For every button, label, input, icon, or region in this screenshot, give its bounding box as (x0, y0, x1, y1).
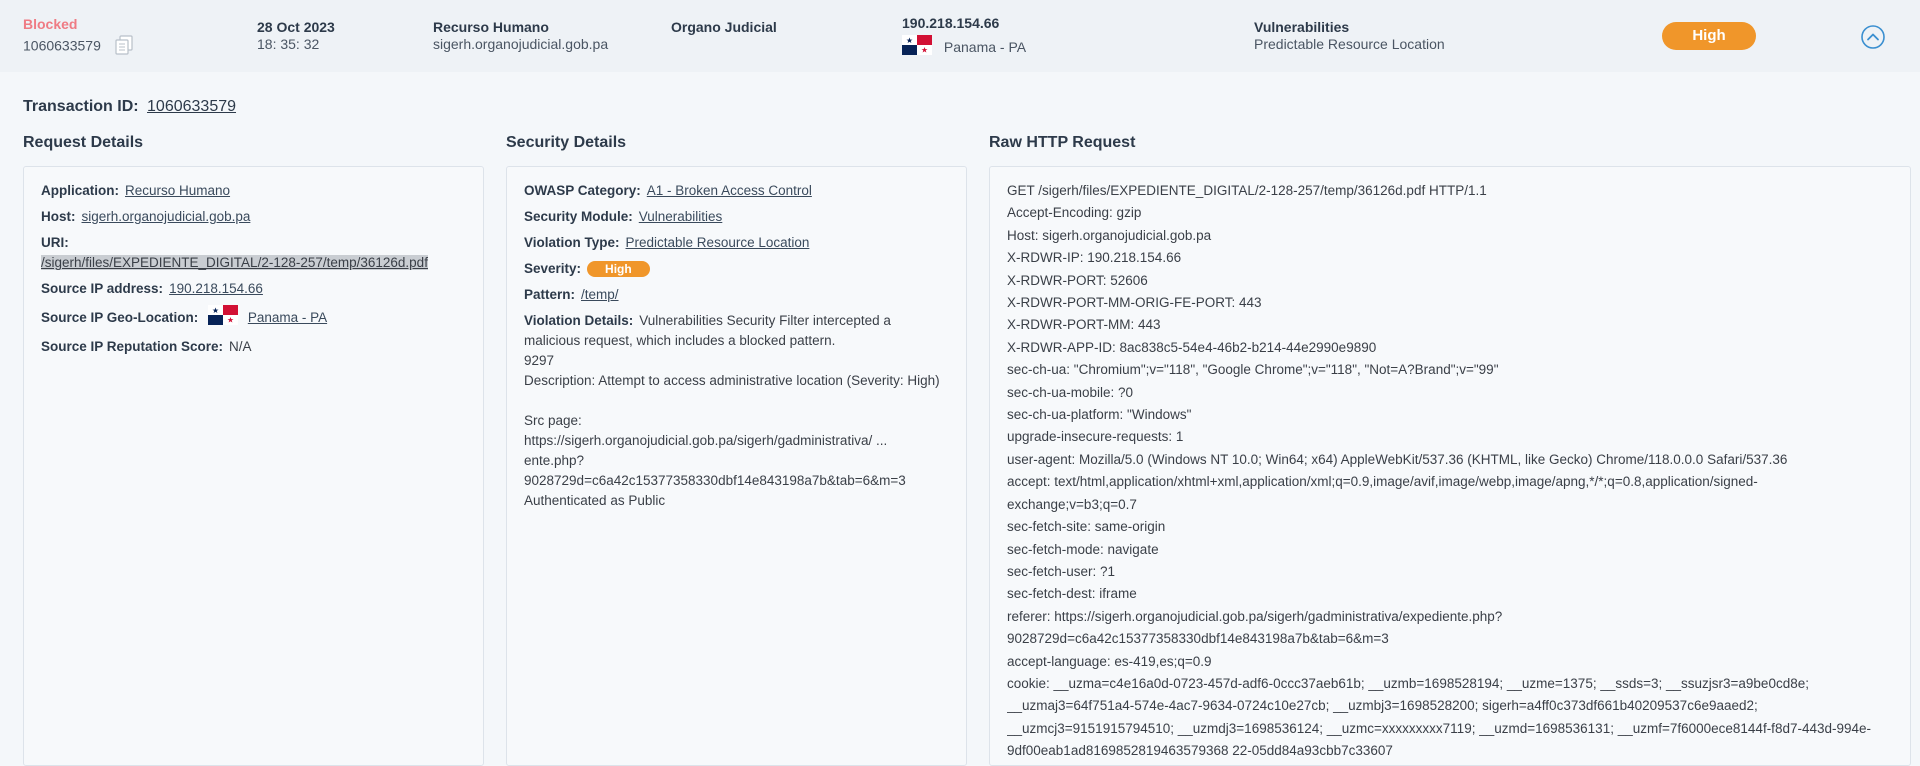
raw-line: accept: text/html,application/xhtml+xml,… (1007, 474, 1758, 490)
raw-line: user-agent: Mozilla/5.0 (Windows NT 10.0… (1007, 451, 1788, 467)
module-row: Security Module: Vulnerabilities (524, 209, 723, 224)
violation-link[interactable]: Predictable Resource Location (626, 235, 810, 250)
security-details-panel: OWASP Category: A1 - Broken Access Contro… (506, 166, 967, 766)
host-link[interactable]: sigerh.organojudicial.gob.pa (82, 209, 251, 224)
raw-line: sec-fetch-mode: navigate (1007, 541, 1159, 557)
raw-line: sec-ch-ua-mobile: ?0 (1007, 384, 1134, 400)
summary-module: Vulnerabilities (1254, 19, 1350, 35)
datetime-cell: 28 Oct 2023 18: 35: 32 (257, 19, 335, 53)
raw-line: X-RDWR-PORT-MM: 443 (1007, 317, 1161, 333)
raw-line: 9028729d=c6a42c15377358330dbf14e843198a7… (1007, 631, 1389, 647)
reputation-value: N/A (229, 339, 252, 354)
transaction-id-link[interactable]: 1060633579 (147, 98, 236, 115)
status-badge: Blocked (23, 16, 78, 32)
violation-cell: Vulnerabilities Predictable Resource Loc… (1254, 19, 1445, 53)
source-ip-link[interactable]: 190.218.154.66 (169, 281, 263, 296)
reputation-row: Source IP Reputation Score: N/A (41, 339, 252, 354)
application-cell: Recurso Humano sigerh.organojudicial.gob… (433, 19, 608, 53)
chevron-up-icon (1861, 25, 1885, 49)
raw-line: exchange;v=b3;q=0.7 (1007, 496, 1137, 512)
panama-flag-icon (208, 305, 239, 331)
summary-ip: 190.218.154.66 (902, 15, 1000, 31)
host-row: Host: sigerh.organojudicial.gob.pa (41, 209, 251, 224)
transaction-id-line: Transaction ID: 1060633579 (23, 98, 236, 116)
application-link[interactable]: Recurso Humano (125, 183, 230, 198)
geo-link[interactable]: Panama - PA (248, 310, 327, 325)
uri-row: URI: /sigerh/files/EXPEDIENTE_DIGITAL/2-… (41, 235, 428, 270)
violation-details-row: Violation Details: Vulnerabilities Securi… (524, 311, 949, 511)
panama-flag-icon (902, 35, 932, 59)
summary-app-host: sigerh.organojudicial.gob.pa (433, 36, 609, 52)
event-date: 28 Oct 2023 (257, 19, 335, 35)
raw-line: Host: sigerh.organojudicial.gob.pa (1007, 227, 1212, 243)
source-ip-row: Source IP address: 190.218.154.66 (41, 281, 263, 296)
request-details-panel: Application: Recurso Humano Host: sigerh.o… (23, 166, 484, 766)
severity-badge: High (1662, 22, 1756, 50)
raw-line: __uzmcj3=9151915794510; __uzmdj3=1698536… (1007, 720, 1872, 736)
raw-line: sec-fetch-dest: iframe (1007, 586, 1137, 602)
security-details-title: Security Details (506, 134, 627, 151)
raw-line: upgrade-insecure-requests: 1 (1007, 429, 1184, 445)
raw-line: X-RDWR-PORT-MM-ORIG-FE-PORT: 443 (1007, 295, 1262, 311)
request-details-title: Request Details (23, 134, 144, 151)
organization-cell: Organo Judicial (671, 19, 777, 36)
raw-line: sec-fetch-user: ?1 (1007, 563, 1116, 579)
severity-badge-small: High (587, 261, 650, 278)
raw-line: sec-ch-ua-platform: "Windows" (1007, 407, 1192, 423)
raw-line: cookie: __uzma=c4e16a0d-0723-457d-adf6-0… (1007, 675, 1809, 691)
summary-organization: Organo Judicial (671, 19, 777, 35)
summary-geo: Panama - PA (943, 38, 1027, 55)
raw-http-title: Raw HTTP Request (989, 134, 1136, 151)
raw-line: X-RDWR-IP: 190.218.154.66 (1007, 250, 1182, 266)
owasp-row: OWASP Category: A1 - Broken Access Contro… (524, 183, 812, 198)
raw-http-panel: GET /sigerh/files/EXPEDIENTE_DIGITAL/2-1… (989, 166, 1911, 766)
raw-line: sec-ch-ua: "Chromium";v="118", "Google C… (1007, 362, 1499, 378)
status-cell: Blocked 1060633579 (23, 16, 135, 60)
raw-line: GET /sigerh/files/EXPEDIENTE_DIGITAL/2-1… (1007, 183, 1487, 198)
raw-line: X-RDWR-APP-ID: 8ac838c5-54e4-46b2-b214-4… (1007, 339, 1377, 355)
geo-row: Source IP Geo-Location: Panama - PA (41, 305, 466, 331)
violation-details-more: 9297 Description: Attempt to access admi… (524, 353, 940, 508)
pattern-link[interactable]: /temp/ (581, 287, 619, 302)
raw-line: accept-language: es-419,es;q=0.9 (1007, 653, 1212, 669)
summary-transaction-id: 1060633579 (23, 37, 101, 54)
raw-line: __uzmaj3=64f751a4-574e-4ac7-9634-0724c10… (1007, 698, 1758, 714)
collapse-button[interactable] (1860, 24, 1886, 50)
raw-line: X-RDWR-PORT: 52606 (1007, 272, 1148, 288)
owasp-link[interactable]: A1 - Broken Access Control (647, 183, 812, 198)
raw-line: referer: https://sigerh.organojudicial.g… (1007, 608, 1503, 624)
uri-link[interactable]: /sigerh/files/EXPEDIENTE_DIGITAL/2-128-2… (41, 255, 428, 270)
source-cell: 190.218.154.66 Panama - PA (902, 15, 1026, 59)
summary-violation: Predictable Resource Location (1254, 36, 1445, 52)
summary-app-name: Recurso Humano (433, 19, 549, 35)
event-summary-bar[interactable]: Blocked 1060633579 28 Oct 2023 18: 35: 3… (0, 0, 1920, 72)
severity-row: Severity: High (524, 259, 949, 279)
copy-icon[interactable] (113, 34, 135, 60)
application-row: Application: Recurso Humano (41, 183, 231, 198)
violation-type-row: Violation Type: Predictable Resource Loca… (524, 235, 810, 250)
transaction-id-label: Transaction ID: (23, 98, 139, 115)
pattern-row: Pattern:/temp/ (524, 287, 619, 302)
raw-line: sec-fetch-site: same-origin (1007, 519, 1166, 535)
raw-line: 9df00eab1ad8169852819463579368 22-05dd84… (1007, 743, 1393, 759)
module-link[interactable]: Vulnerabilities (639, 209, 723, 224)
raw-line: Accept-Encoding: gzip (1007, 205, 1142, 221)
event-time: 18: 35: 32 (257, 36, 320, 52)
